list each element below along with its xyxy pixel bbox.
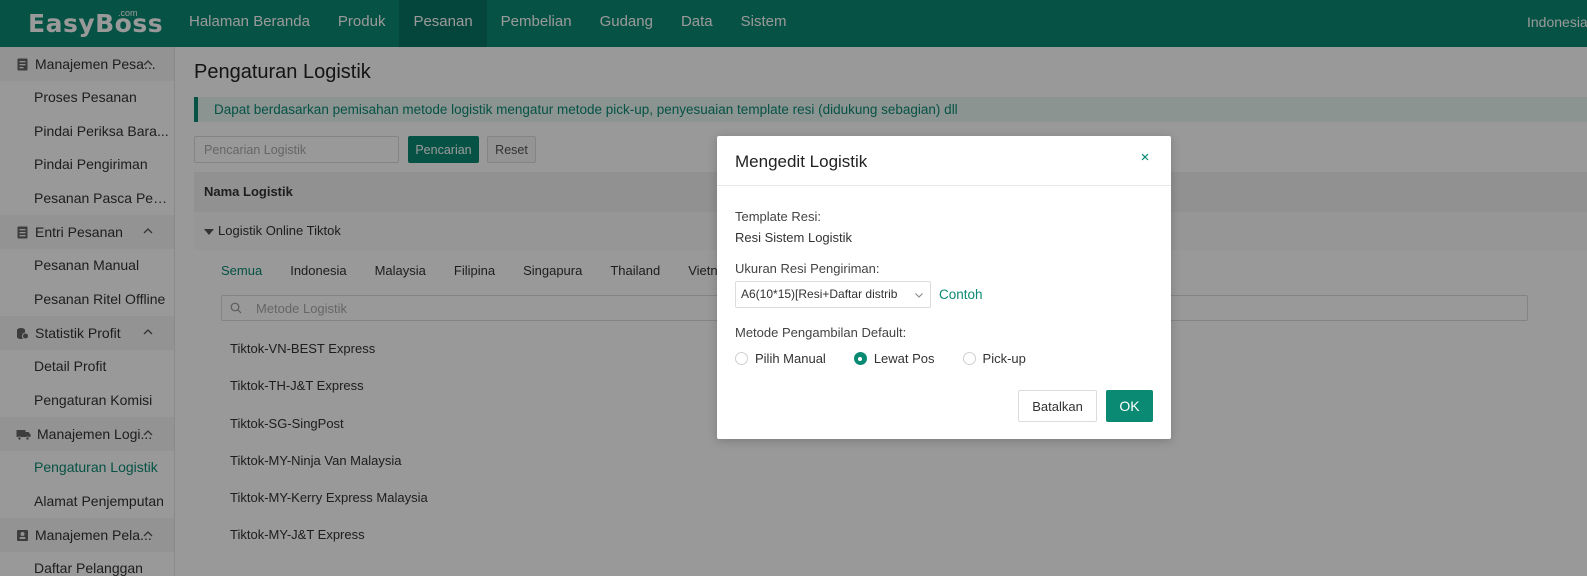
radio-pilih-manual[interactable]: Pilih Manual <box>735 351 826 366</box>
radio-label: Lewat Pos <box>873 351 935 366</box>
size-label: Ukuran Resi Pengiriman: <box>735 261 880 276</box>
edit-logistics-dialog: Mengedit Logistik Template Resi: Resi Si… <box>717 136 1171 439</box>
radio-pick-up[interactable]: Pick-up <box>962 351 1026 366</box>
example-link[interactable]: Contoh <box>939 287 983 302</box>
pickup-method-label: Metode Pengambilan Default: <box>735 325 907 340</box>
radio-label: Pick-up <box>982 351 1026 366</box>
template-value: Resi Sistem Logistik <box>735 230 853 245</box>
cancel-button[interactable]: Batalkan <box>1018 390 1097 422</box>
template-label: Template Resi: <box>735 209 821 224</box>
chevron-down-icon <box>914 290 924 300</box>
radio-dot <box>735 352 748 365</box>
size-select[interactable]: A6(10*15)[Resi+Daftar distrib <box>735 281 931 308</box>
radio-dot <box>853 352 867 365</box>
pickup-method-radio-group: Pilih Manual Lewat Pos Pick-up <box>735 351 1054 366</box>
radio-label: Pilih Manual <box>755 351 826 366</box>
close-icon[interactable] <box>1138 150 1152 164</box>
size-select-value: A6(10*15)[Resi+Daftar distrib <box>741 287 898 301</box>
radio-lewat-pos[interactable]: Lewat Pos <box>853 351 935 366</box>
ok-button[interactable]: OK <box>1106 390 1153 422</box>
dialog-title: Mengedit Logistik <box>735 152 868 171</box>
radio-dot <box>962 352 976 365</box>
divider <box>717 185 1171 186</box>
